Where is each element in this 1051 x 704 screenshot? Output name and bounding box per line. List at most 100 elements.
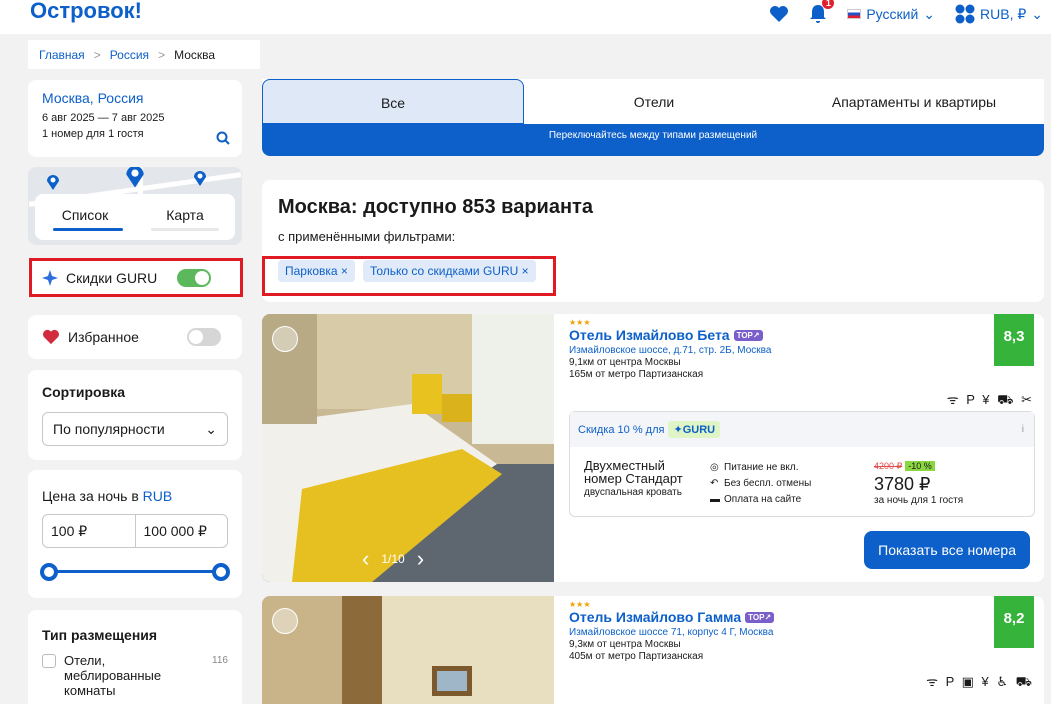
chevron-down-icon: ⌄ <box>923 5 936 22</box>
hotel-address[interactable]: Измайловское шоссе, д.71, стр. 2Б, Москв… <box>569 345 1039 356</box>
accommodation-type-card: Тип размещения Отели, меблированные комн… <box>28 610 242 704</box>
map-pin-icon <box>47 175 59 190</box>
language-selector[interactable]: Русский ⌄ <box>847 6 935 23</box>
add-to-favorites-button[interactable] <box>272 326 298 352</box>
notifications-bell-icon[interactable]: 1 <box>809 0 835 24</box>
meal-condition: Питание не вкл. <box>724 462 799 473</box>
favorites-filter[interactable]: Избранное <box>28 315 242 359</box>
tabs-hint: Переключайтесь между типами размещений <box>262 124 1044 156</box>
price-slider-min-handle[interactable] <box>40 563 58 581</box>
price-max-input[interactable]: 100 000 ₽ <box>134 515 228 547</box>
bed-type: двуспальная кровать <box>584 487 682 498</box>
hotel-name[interactable]: Отель Измайлово Гамма <box>569 609 741 625</box>
search-icon[interactable] <box>216 131 230 145</box>
list-view-tab[interactable]: Список <box>35 194 135 240</box>
map-pin-icon <box>126 167 144 188</box>
room-offer: Скидка 10 % для ✦GURU i Двухместный номе… <box>569 411 1035 517</box>
currency-selector[interactable]: RUB, ₽ ⌄ <box>955 4 1043 24</box>
meal-icon: ◎ <box>710 462 719 473</box>
tab-apartments[interactable]: Апартаменты и квартиры <box>784 79 1044 124</box>
chevron-right-icon[interactable]: › <box>417 546 424 572</box>
room-name-line-2: номер Стандарт <box>584 471 683 486</box>
hotel-name-row: Отель Измайлово Гамма TOP↗ <box>569 609 1039 625</box>
price-min-input[interactable]: 100 ₽ <box>43 515 135 547</box>
hotel-center-distance: 9,3км от центра Москвы <box>569 639 681 650</box>
hotel-info: ★★★ Отель Измайлово Гамма TOP↗ Измайловс… <box>569 600 1039 662</box>
chevron-down-icon: ⌄ <box>1031 5 1043 22</box>
hotel-info: ★★★ Отель Измайлово Бета TOP↗ Измайловск… <box>569 318 1039 380</box>
amenity-icons: ᯤ P ¥ ⛟ ✂ <box>946 392 1034 407</box>
price-currency-link[interactable]: RUB <box>143 488 173 504</box>
price-range-inputs: 100 ₽ 100 000 ₽ <box>42 514 228 548</box>
type-option-count: 116 <box>212 655 228 666</box>
map-view-tab[interactable]: Карта <box>135 194 235 240</box>
chevron-down-icon: ⌄ <box>205 420 217 437</box>
tab-hotels[interactable]: Отели <box>524 79 784 124</box>
highlight-box <box>29 258 243 297</box>
hotel-stars: ★★★ <box>569 600 591 609</box>
search-city: Москва, Россия <box>42 90 144 106</box>
view-switch: Список Карта <box>35 194 235 240</box>
heart-icon <box>43 329 59 345</box>
price-title: Цена за ночь в RUB <box>42 488 228 504</box>
guru-discount-banner: Скидка 10 % для ✦GURU <box>570 412 1034 447</box>
info-icon[interactable]: i <box>1022 424 1024 435</box>
sort-title: Сортировка <box>42 384 125 400</box>
discount-text: Скидка 10 % для <box>578 423 665 436</box>
add-to-favorites-button[interactable] <box>272 608 298 634</box>
favorites-toggle[interactable] <box>186 328 221 346</box>
currency-label: RUB, ₽ <box>980 5 1027 22</box>
header-actions: 1 Русский ⌄ RUB, ₽ ⌄ <box>769 0 1043 24</box>
hotel-photo[interactable]: ‹ 1/10 › <box>262 314 554 582</box>
price-slider[interactable] <box>40 562 230 582</box>
results-title: Москва: доступно 853 варианта <box>278 196 593 218</box>
tab-all[interactable]: Все <box>262 79 524 124</box>
hotel-address[interactable]: Измайловское шоссе 71, корпус 4 Г, Москв… <box>569 627 1039 638</box>
favorites-label: Избранное <box>68 329 139 345</box>
price-title-text: Цена за ночь в <box>42 488 139 504</box>
cancel-icon: ↶ <box>710 478 719 489</box>
site-logo[interactable]: Островок! <box>30 0 142 24</box>
type-option-hotels[interactable]: Отели, меблированные комнаты 116 <box>42 653 228 698</box>
search-summary-card[interactable]: Москва, Россия 6 авг 2025 — 7 авг 2025 1… <box>28 80 242 157</box>
chevron-left-icon[interactable]: ‹ <box>362 546 369 572</box>
hotel-card[interactable]: ‹ 1/10 › ★★★ Отель Измайлово Бета TOP↗ И… <box>262 314 1044 582</box>
wallet-icon: ▬ <box>710 494 720 505</box>
checkbox[interactable] <box>42 654 56 668</box>
hotel-metro-distance: 165м от метро Партизанская <box>569 369 704 380</box>
search-dates: 6 авг 2025 — 7 авг 2025 <box>42 112 165 124</box>
photo-pager: ‹ 1/10 › <box>362 546 424 572</box>
breadcrumb: Главная > Россия > Москва <box>28 40 260 69</box>
rating-score: 8,3 <box>994 314 1034 366</box>
favorites-heart-icon[interactable] <box>769 5 789 23</box>
payment-condition: Оплата на сайте <box>724 494 802 505</box>
room-price: 4200 ₽ -10 % 3780 ₽ за ночь для 1 гостя <box>874 456 963 506</box>
price-slider-max-handle[interactable] <box>212 563 230 581</box>
highlight-box <box>262 256 556 296</box>
search-guests: 1 номер для 1 гостя <box>42 128 144 140</box>
sort-card: Сортировка По популярности ⌄ <box>28 370 242 460</box>
sort-value: По популярности <box>53 421 165 437</box>
show-all-rooms-button[interactable]: Показать все номера <box>864 531 1030 569</box>
price-filter-card: Цена за ночь в RUB 100 ₽ 100 000 ₽ <box>28 470 242 598</box>
sort-select[interactable]: По популярности ⌄ <box>42 412 228 446</box>
accommodation-tabs: Все Отели Апартаменты и квартиры Переклю… <box>262 79 1044 156</box>
breadcrumb-country-link[interactable]: Россия <box>110 48 149 62</box>
room-conditions: ◎ Питание не вкл. ↶ Без беспл. отмены ▬ Опл… <box>710 460 811 508</box>
hotel-name[interactable]: Отель Измайлово Бета <box>569 327 730 343</box>
hotel-name-row: Отель Измайлово Бета TOP↗ <box>569 327 1039 343</box>
hotel-photo[interactable] <box>262 596 554 704</box>
currency-coins-icon <box>955 4 975 24</box>
photo-counter: 1/10 <box>381 552 405 566</box>
breadcrumb-home-link[interactable]: Главная <box>39 48 85 62</box>
hotel-card[interactable]: ★★★ Отель Измайлово Гамма TOP↗ Измайловс… <box>262 596 1044 704</box>
amenity-icons: ᯤ P ▣ ¥ ♿ ⛟ <box>926 674 1034 689</box>
type-title: Тип размещения <box>42 627 158 643</box>
cancel-condition: Без беспл. отмены <box>724 478 812 489</box>
hotel-center-distance: 9,1км от центра Москвы <box>569 357 681 368</box>
map-pin-icon <box>194 171 206 186</box>
map-preview[interactable]: Список Карта <box>28 167 242 245</box>
old-price: 4200 ₽ <box>874 461 903 471</box>
language-label: Русский <box>866 6 919 22</box>
rating-score: 8,2 <box>994 596 1034 648</box>
